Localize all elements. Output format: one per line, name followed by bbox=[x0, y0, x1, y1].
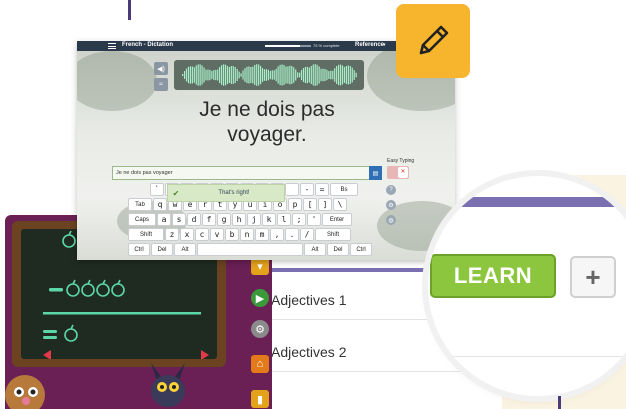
key[interactable]: n bbox=[240, 228, 254, 241]
waveform-graphic bbox=[182, 64, 357, 86]
checkmark-icon: ✔ bbox=[172, 188, 180, 198]
pencil-badge bbox=[396, 4, 470, 78]
key[interactable]: Caps bbox=[128, 213, 156, 226]
easy-typing-label: Easy Typing bbox=[387, 158, 415, 164]
key[interactable]: Shift bbox=[128, 228, 164, 241]
settings-icon[interactable]: ⚙ bbox=[386, 200, 396, 210]
key[interactable]: s bbox=[172, 213, 186, 226]
progress-label: 75 % complete bbox=[313, 43, 340, 48]
next-arrow-icon bbox=[201, 350, 209, 360]
slow-audio-icon[interactable]: ≈ bbox=[154, 78, 168, 91]
key[interactable]: , bbox=[270, 228, 284, 241]
key[interactable]: . bbox=[285, 228, 299, 241]
home-icon[interactable]: ⌂ bbox=[251, 355, 269, 373]
globe-icon[interactable]: ◍ bbox=[386, 215, 396, 225]
help-icon[interactable]: ? bbox=[386, 185, 396, 195]
hamster-mascot bbox=[5, 375, 45, 409]
key[interactable]: Alt bbox=[304, 243, 326, 256]
key[interactable]: Tab bbox=[128, 198, 152, 211]
book-icon[interactable]: ▮ bbox=[251, 390, 269, 408]
key[interactable]: Enter bbox=[322, 213, 352, 226]
key[interactable]: / bbox=[300, 228, 314, 241]
equals-mark bbox=[43, 330, 57, 333]
key[interactable]: k bbox=[262, 213, 276, 226]
apple-icon bbox=[96, 279, 110, 297]
key[interactable]: p bbox=[288, 198, 302, 211]
key[interactable]: ] bbox=[318, 198, 332, 211]
key[interactable]: \ bbox=[333, 198, 347, 211]
collage-canvas: Adjectives 1 Adjectives 2 ▾ ▶ ⚙ ⌂ ▮ Fren… bbox=[0, 0, 626, 409]
lesson-label: Adjectives 2 bbox=[271, 343, 347, 360]
audio-waveform[interactable] bbox=[174, 60, 364, 90]
key[interactable]: v bbox=[210, 228, 224, 241]
key[interactable]: Ctrl bbox=[350, 243, 372, 256]
key[interactable]: h bbox=[232, 213, 246, 226]
decorative-line bbox=[128, 0, 131, 20]
equals-mark bbox=[43, 336, 57, 339]
key[interactable]: [ bbox=[303, 198, 317, 211]
key[interactable]: a bbox=[157, 213, 171, 226]
answer-input-value: Je ne dois pas voyager bbox=[116, 170, 173, 176]
play-icon[interactable]: ▶ bbox=[251, 289, 269, 307]
key[interactable]: ' bbox=[307, 213, 321, 226]
apple-icon bbox=[111, 279, 125, 297]
key[interactable]: ; bbox=[292, 213, 306, 226]
key[interactable]: Del bbox=[327, 243, 349, 256]
key[interactable]: Ctrl bbox=[128, 243, 150, 256]
key[interactable]: Shift bbox=[315, 228, 351, 241]
lesson-label: Adjectives 1 bbox=[271, 291, 347, 308]
key[interactable]: ` bbox=[150, 183, 164, 196]
key[interactable] bbox=[197, 243, 303, 256]
feedback-toast: ✔ That's right! bbox=[167, 184, 285, 202]
key[interactable]: g bbox=[217, 213, 231, 226]
feedback-message: That's right! bbox=[218, 190, 250, 196]
key[interactable]: b bbox=[225, 228, 239, 241]
answer-input[interactable]: Je ne dois pas voyager bbox=[112, 166, 382, 180]
key[interactable]: c bbox=[195, 228, 209, 241]
key[interactable]: m bbox=[255, 228, 269, 241]
toggle-knob: ✕ bbox=[398, 167, 408, 178]
key[interactable]: Bs bbox=[330, 183, 358, 196]
dash-mark bbox=[49, 288, 63, 292]
key[interactable]: q bbox=[153, 198, 167, 211]
pencil-icon bbox=[419, 25, 449, 55]
learn-button[interactable]: LEARN bbox=[430, 254, 556, 298]
progress-bar bbox=[265, 45, 311, 47]
key[interactable]: l bbox=[277, 213, 291, 226]
apple-icon bbox=[81, 279, 95, 297]
key[interactable]: Alt bbox=[174, 243, 196, 256]
keyboard-toggle-button[interactable]: ▤ bbox=[369, 166, 382, 180]
chevron-down-icon: ▾ bbox=[383, 42, 386, 48]
dictation-sentence: Je ne dois pas voyager. bbox=[199, 98, 335, 146]
key[interactable]: f bbox=[202, 213, 216, 226]
bat-mascot bbox=[151, 363, 185, 407]
reference-menu[interactable]: Reference bbox=[355, 42, 384, 48]
decorative-line bbox=[558, 396, 561, 409]
divider-line bbox=[43, 312, 201, 315]
progress-fill bbox=[265, 45, 300, 47]
key[interactable]: - bbox=[300, 183, 314, 196]
speaker-icon[interactable]: ◀) bbox=[154, 62, 168, 75]
settings-icon[interactable]: ⚙ bbox=[251, 320, 269, 338]
apple-icon bbox=[62, 230, 76, 248]
divider bbox=[428, 356, 626, 357]
add-button[interactable]: + bbox=[570, 256, 616, 298]
apple-icon bbox=[66, 279, 80, 297]
prev-arrow-icon bbox=[43, 350, 51, 360]
key[interactable] bbox=[285, 183, 299, 196]
key[interactable]: Del bbox=[151, 243, 173, 256]
key[interactable]: x bbox=[180, 228, 194, 241]
key[interactable]: d bbox=[187, 213, 201, 226]
key[interactable]: = bbox=[315, 183, 329, 196]
lesson-title: French - Dictation bbox=[122, 42, 174, 48]
key[interactable]: z bbox=[165, 228, 179, 241]
magnified-header-bar bbox=[428, 197, 626, 207]
easy-typing-toggle[interactable]: ✕ bbox=[387, 166, 409, 179]
key[interactable]: j bbox=[247, 213, 261, 226]
apple-icon bbox=[64, 324, 78, 342]
menu-icon[interactable] bbox=[108, 43, 116, 49]
